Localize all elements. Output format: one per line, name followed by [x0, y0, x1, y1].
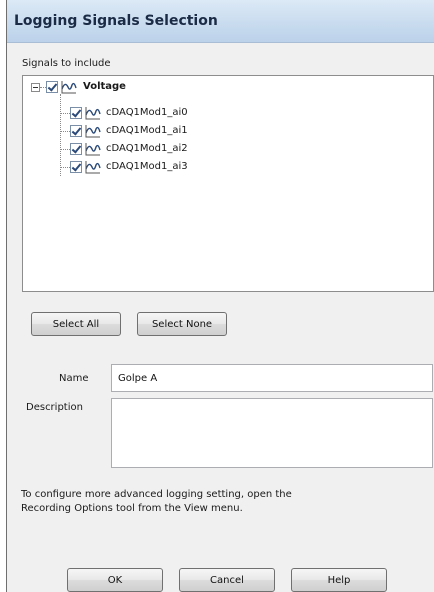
- waveform-icon: [61, 81, 77, 94]
- signal-checkbox[interactable]: [70, 107, 82, 119]
- waveform-icon: [85, 161, 101, 174]
- tree-node-voltage[interactable]: Voltage: [31, 80, 231, 96]
- collapse-icon[interactable]: [31, 83, 40, 92]
- voltage-checkbox[interactable]: [46, 81, 58, 93]
- signal-checkbox[interactable]: [70, 143, 82, 155]
- description-field[interactable]: [111, 398, 433, 468]
- help-button[interactable]: Help: [291, 568, 387, 592]
- tree-node-label: cDAQ1Mod1_ai3: [106, 161, 188, 172]
- tree-connector-line: [60, 94, 61, 176]
- ok-button[interactable]: OK: [67, 568, 163, 592]
- name-field[interactable]: [111, 364, 433, 392]
- waveform-icon: [85, 125, 101, 138]
- tree-node-signal[interactable]: cDAQ1Mod1_ai0: [70, 106, 270, 122]
- waveform-icon: [85, 107, 101, 120]
- tree-node-signal[interactable]: cDAQ1Mod1_ai2: [70, 142, 270, 158]
- tree-connector-line: [60, 167, 70, 168]
- cancel-button[interactable]: Cancel: [179, 568, 275, 592]
- advanced-settings-hint: To configure more advanced logging setti…: [21, 488, 421, 516]
- title-bar[interactable]: Logging Signals Selection: [7, 0, 434, 43]
- tree-connector-line: [60, 131, 70, 132]
- signal-checkbox[interactable]: [70, 161, 82, 173]
- tree-node-label: cDAQ1Mod1_ai1: [106, 125, 188, 136]
- logging-signals-dialog: Logging Signals Selection Signals to inc…: [6, 0, 434, 592]
- tree-node-signal[interactable]: cDAQ1Mod1_ai3: [70, 160, 270, 176]
- waveform-icon: [85, 143, 101, 156]
- tree-node-signal[interactable]: cDAQ1Mod1_ai1: [70, 124, 270, 140]
- select-none-button[interactable]: Select None: [137, 312, 227, 336]
- hint-line: To configure more advanced logging setti…: [21, 489, 292, 500]
- signals-tree[interactable]: Voltage cDAQ1Mod1_ai0 cDAQ1Mod1_ai1 cDAQ…: [22, 75, 434, 292]
- tree-connector-line: [60, 149, 70, 150]
- tree-node-label: Voltage: [83, 81, 126, 92]
- tree-connector-line: [60, 113, 70, 114]
- description-label: Description: [26, 402, 83, 413]
- select-all-button[interactable]: Select All: [31, 312, 121, 336]
- signals-group-label: Signals to include: [22, 58, 111, 69]
- tree-node-label: cDAQ1Mod1_ai2: [106, 143, 188, 154]
- tree-node-label: cDAQ1Mod1_ai0: [106, 107, 188, 118]
- hint-line: Recording Options tool from the View men…: [21, 503, 243, 514]
- name-label: Name: [59, 373, 89, 384]
- window-title: Logging Signals Selection: [14, 13, 218, 29]
- signal-checkbox[interactable]: [70, 125, 82, 137]
